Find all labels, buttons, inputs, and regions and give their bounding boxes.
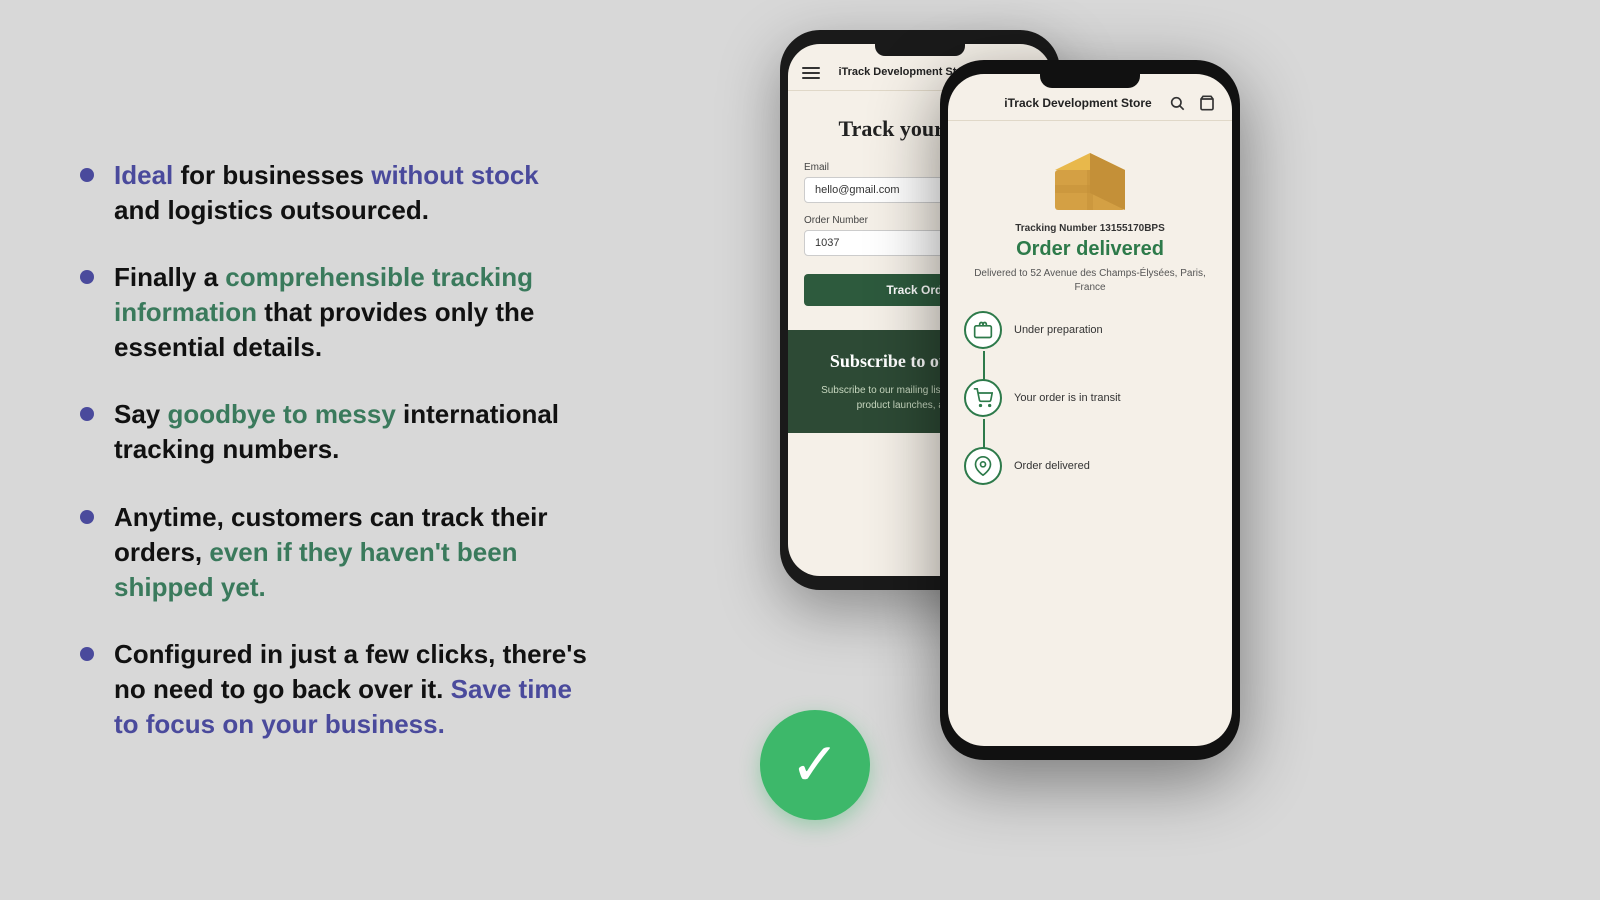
- timeline-item-1: Under preparation: [964, 311, 1216, 349]
- bullet-item-4: Anytime, customers can track theirorders…: [80, 500, 640, 605]
- phone-front-notch: [1040, 74, 1140, 88]
- bullet-dot: [80, 647, 94, 661]
- bullet-text: Finally a comprehensible trackinginforma…: [114, 260, 534, 365]
- tracking-number: Tracking Number 13155170BPS: [948, 223, 1232, 234]
- front-header-icons: [1168, 94, 1216, 112]
- phone-front: iTrack Development Store: [940, 60, 1240, 760]
- text-normal: Finally a: [114, 262, 225, 292]
- text-normal-2: and logistics outsourced.: [114, 195, 429, 225]
- phone-front-screen: iTrack Development Store: [948, 74, 1232, 746]
- feature-list: Ideal for businesses without stock and l…: [80, 158, 640, 742]
- timeline-label-1: Under preparation: [1014, 324, 1103, 336]
- check-icon: ✓: [790, 735, 840, 795]
- bullet-item-3: Say goodbye to messy internationaltracki…: [80, 397, 640, 467]
- spacer-2: [964, 417, 1216, 447]
- store-name-front: iTrack Development Store: [1004, 96, 1151, 110]
- bullet-item-5: Configured in just a few clicks, there's…: [80, 637, 640, 742]
- bullet-dot: [80, 270, 94, 284]
- bullet-text: Configured in just a few clicks, there's…: [114, 637, 587, 742]
- bullet-dot: [80, 407, 94, 421]
- timeline-connector-1: [983, 351, 985, 381]
- timeline-item-2: Your order is in transit: [964, 379, 1216, 417]
- highlight-without-stock: without stock: [371, 160, 539, 190]
- text-normal: Say: [114, 399, 168, 429]
- check-badge: ✓: [760, 710, 870, 820]
- bullet-text: Say goodbye to messy internationaltracki…: [114, 397, 559, 467]
- highlight-goodbye: goodbye to messy: [168, 399, 396, 429]
- left-panel: Ideal for businesses without stock and l…: [0, 98, 700, 802]
- bullet-item-1: Ideal for businesses without stock and l…: [80, 158, 640, 228]
- cart-icon-front[interactable]: [1198, 94, 1216, 112]
- search-icon-front[interactable]: [1168, 94, 1186, 112]
- highlight-ideal: Ideal: [114, 160, 173, 190]
- timeline-item-3: Order delivered: [964, 447, 1216, 485]
- package-icon: [1045, 135, 1135, 215]
- timeline-label-2: Your order is in transit: [1014, 392, 1121, 404]
- timeline: Under preparation Your order is in trans…: [948, 311, 1232, 485]
- delivery-address: Delivered to 52 Avenue des Champs-Élysée…: [948, 267, 1232, 295]
- bullet-dot: [80, 168, 94, 182]
- bullet-dot: [80, 510, 94, 524]
- timeline-connector-2: [983, 419, 985, 449]
- timeline-icon-preparation: [964, 311, 1002, 349]
- phone-back-notch: [875, 44, 965, 56]
- order-status: Order delivered: [948, 238, 1232, 261]
- bullet-item-2: Finally a comprehensible trackinginforma…: [80, 260, 640, 365]
- hamburger-icon[interactable]: [802, 67, 820, 79]
- spacer-1: [964, 349, 1216, 379]
- timeline-label-3: Order delivered: [1014, 460, 1090, 472]
- timeline-icon-delivered: [964, 447, 1002, 485]
- timeline-icon-transit: [964, 379, 1002, 417]
- right-panel: iTrack Development Store Track your orde…: [700, 0, 1600, 900]
- bullet-text: Ideal for businesses without stock and l…: [114, 158, 539, 228]
- bullet-text: Anytime, customers can track theirorders…: [114, 500, 548, 605]
- text-normal: for businesses: [173, 160, 371, 190]
